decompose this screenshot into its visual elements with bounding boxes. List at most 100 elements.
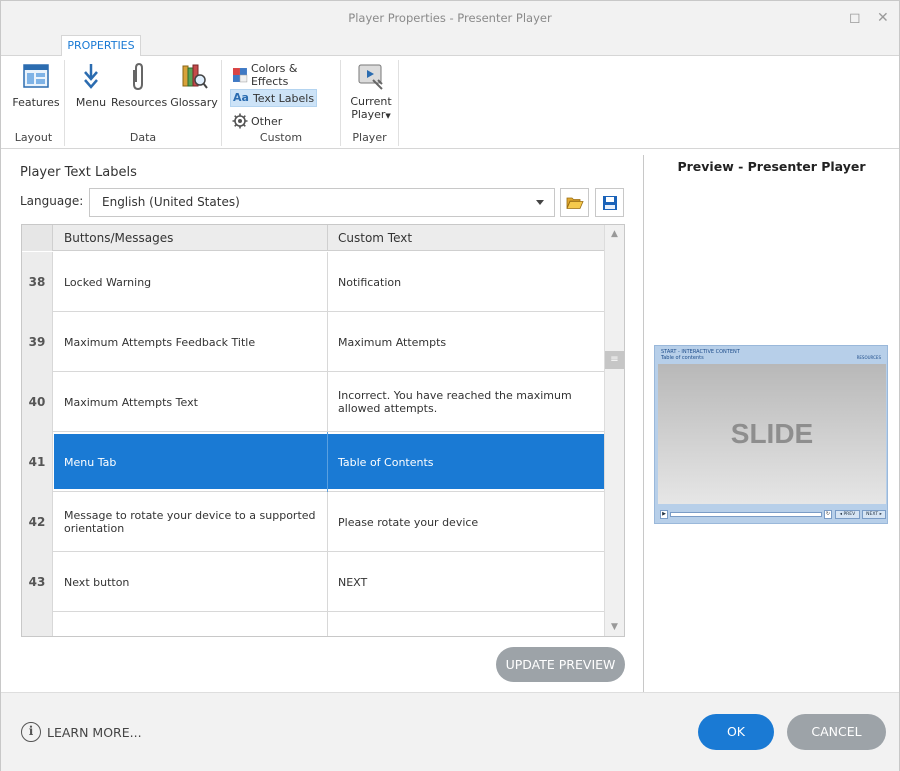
table-row[interactable]: 39 Maximum Attempts Feedback Title Maxim…	[22, 312, 604, 372]
table-row[interactable]: 43 Next button NEXT	[22, 552, 604, 612]
custom-text-cell[interactable]: Notification	[338, 252, 598, 312]
row-label-cell: Maximum Attempts Feedback Title	[64, 335, 256, 349]
learn-more-link[interactable]: i LEARN MORE...	[21, 722, 142, 742]
scroll-down-icon[interactable]: ▼	[605, 618, 624, 636]
current-player-label-line1: Current	[350, 95, 392, 108]
row-number: 38	[22, 252, 53, 312]
glossary-icon	[182, 64, 208, 89]
text-labels-button[interactable]: Aa Text Labels	[230, 89, 318, 107]
preview-resources-tab: RESOURCES	[856, 355, 881, 360]
column-separator	[327, 225, 328, 251]
ok-button[interactable]: OK	[698, 714, 774, 750]
dropdown-caret-icon: ▼	[385, 112, 391, 120]
row-label-cell: Maximum Attempts Text	[64, 395, 198, 409]
row-number-partial	[22, 612, 53, 636]
menu-button[interactable]: Menu	[73, 62, 109, 109]
other-button[interactable]: Other	[230, 112, 284, 130]
menu-icon	[84, 64, 98, 89]
grid-header: Buttons/Messages Custom Text	[22, 225, 604, 251]
preview-next-button: NEXT ▸	[862, 510, 886, 519]
ribbon-group-custom: Colors & Effects Aa Text Labels Other Cu…	[222, 60, 341, 146]
glossary-button[interactable]: Glossary	[169, 62, 219, 109]
table-row-selected[interactable]: 41 Menu Tab Table of Contents	[22, 432, 604, 492]
maximize-icon[interactable]: ◻	[849, 10, 861, 26]
chevron-down-icon	[536, 200, 544, 205]
scroll-up-icon[interactable]: ▲	[605, 225, 624, 243]
current-player-button[interactable]: Current Player▼	[347, 62, 395, 123]
ribbon-group-data: Menu Resources Glossary Data	[65, 60, 222, 146]
play-icon: ▶	[660, 510, 668, 519]
gear-icon	[232, 113, 248, 129]
vertical-scrollbar[interactable]: ▲ ≡ ▼	[604, 225, 624, 636]
info-icon: i	[21, 722, 41, 742]
custom-text-cell[interactable]: Incorrect. You have reached the maximum …	[338, 372, 598, 432]
language-select[interactable]: English (United States)	[89, 188, 555, 217]
open-file-button[interactable]	[560, 188, 589, 217]
features-button[interactable]: Features	[11, 62, 61, 109]
save-button[interactable]	[595, 188, 624, 217]
row-number: 39	[22, 312, 53, 372]
window-title: Player Properties - Presenter Player	[348, 11, 552, 25]
custom-text-cell[interactable]: NEXT	[338, 552, 598, 612]
replay-icon: ↻	[824, 510, 832, 519]
group-label-player: Player	[352, 131, 387, 144]
ribbon-group-layout: Features Layout	[3, 60, 65, 146]
panel-divider	[643, 155, 644, 692]
preview-slide: SLIDE	[658, 364, 886, 504]
custom-text-cell[interactable]: Maximum Attempts	[338, 312, 598, 372]
resources-label: Resources	[111, 96, 168, 109]
player-icon	[358, 64, 383, 90]
row-label-cell: Locked Warning	[64, 275, 152, 289]
row-number: 40	[22, 372, 53, 432]
table-row[interactable]: 40 Maximum Attempts Text Incorrect. You …	[22, 372, 604, 432]
learn-more-label: LEARN MORE...	[47, 724, 142, 740]
group-label-data: Data	[129, 131, 157, 144]
table-row-partial[interactable]	[22, 612, 604, 636]
player-properties-dialog: Player Properties - Presenter Player ◻ ✕…	[0, 0, 900, 771]
text-labels-label: Text Labels	[252, 91, 315, 105]
custom-text-cell[interactable]: Please rotate your device	[338, 492, 598, 552]
dialog-footer: i LEARN MORE... OK CANCEL	[1, 692, 899, 771]
preview-title: Preview - Presenter Player	[677, 159, 866, 174]
table-row[interactable]: 38 Locked Warning Notification	[22, 252, 604, 312]
update-preview-button[interactable]: UPDATE PREVIEW	[496, 647, 625, 682]
cancel-button[interactable]: CANCEL	[787, 714, 886, 750]
panel-title: Player Text Labels	[20, 165, 137, 180]
language-value: English (United States)	[102, 195, 240, 209]
preview-prev-button: ◂ PREV	[835, 510, 860, 519]
features-icon	[23, 64, 49, 88]
seekbar	[670, 512, 822, 517]
column-header-buttons-messages[interactable]: Buttons/Messages	[64, 231, 173, 245]
text-labels-grid: Buttons/Messages Custom Text 38 Locked W…	[21, 224, 625, 637]
colors-effects-label: Colors & Effects	[250, 62, 298, 88]
save-icon	[602, 195, 617, 210]
table-row[interactable]: 42 Message to rotate your device to a su…	[22, 492, 604, 552]
title-bar: Player Properties - Presenter Player ◻ ✕	[1, 1, 899, 35]
row-label-cell: Message to rotate your device to a suppo…	[64, 509, 316, 535]
colors-effects-button[interactable]: Colors & Effects	[230, 62, 340, 88]
text-labels-icon: Aa	[233, 91, 249, 104]
paperclip-icon	[133, 62, 143, 91]
group-label-custom: Custom	[259, 131, 303, 144]
row-number: 41	[22, 432, 53, 492]
ribbon: Features Layout Menu Resources Glossary …	[1, 56, 899, 149]
preview-playbar: ▶ ↻ ◂ PREV NEXT ▸	[658, 509, 886, 521]
features-label: Features	[12, 96, 60, 109]
ribbon-tab-strip: PROPERTIES	[1, 35, 899, 57]
tab-properties[interactable]: PROPERTIES	[61, 35, 141, 57]
group-label-layout: Layout	[14, 131, 53, 144]
row-label-cell: Menu Tab	[64, 455, 117, 469]
folder-open-icon	[565, 197, 584, 209]
slide-placeholder-text: SLIDE	[730, 418, 814, 449]
row-label-cell: Next button	[64, 575, 130, 589]
ribbon-group-player: Current Player▼ Player	[341, 60, 399, 146]
scroll-thumb[interactable]: ≡	[605, 351, 624, 369]
resources-button[interactable]: Resources	[111, 62, 168, 109]
column-header-custom-text[interactable]: Custom Text	[338, 231, 412, 245]
close-icon[interactable]: ✕	[877, 10, 889, 26]
row-number: 43	[22, 552, 53, 612]
other-label: Other	[251, 114, 283, 128]
menu-label: Menu	[75, 96, 107, 109]
custom-text-cell[interactable]: Table of Contents	[338, 432, 598, 492]
colors-effects-icon	[232, 68, 248, 83]
